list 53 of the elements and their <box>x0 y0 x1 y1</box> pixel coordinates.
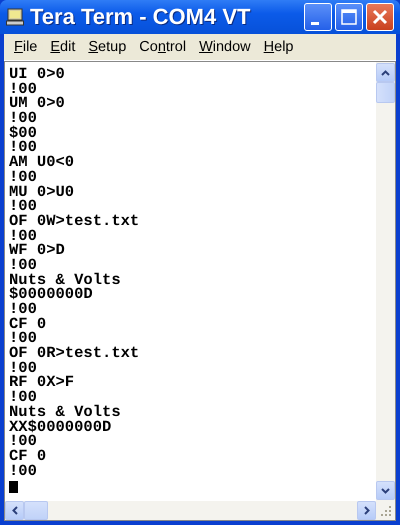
terminal-line: !00 <box>9 258 37 273</box>
terminal-line: WF 0>D <box>9 243 66 258</box>
maximize-button[interactable] <box>335 3 363 31</box>
scroll-left-button[interactable] <box>5 501 24 520</box>
menu-item[interactable]: Control <box>135 39 196 55</box>
terminal-line: Nuts & Volts <box>9 404 122 420</box>
terminal-line: !00 <box>9 302 38 317</box>
menu-item[interactable]: Edit <box>46 39 84 55</box>
terminal-line: !00 <box>9 434 37 449</box>
terminal-line: $00 <box>9 126 38 140</box>
chevron-right-icon <box>364 506 370 515</box>
terminal-line: CF 0 <box>9 316 48 332</box>
scroll-thumb[interactable] <box>376 82 395 103</box>
minimize-icon <box>311 22 319 25</box>
window-title: Tera Term - COM4 VT <box>30 4 250 30</box>
terminal-line: $0000000D <box>9 287 94 302</box>
terminal-line: !00 <box>9 464 38 478</box>
close-button[interactable] <box>366 3 394 31</box>
terminal-line: Nuts & Volts <box>9 272 122 288</box>
terminal-line: RF 0X>F <box>9 375 76 390</box>
menu-item[interactable]: Setup <box>84 39 136 55</box>
terminal-line: OF 0W>test.txt <box>9 214 140 229</box>
terminal-line: !00 <box>9 82 38 96</box>
menu-item[interactable]: Window <box>195 39 260 55</box>
terminal-line: !00 <box>9 331 38 346</box>
terminal-line: OF 0R>test.txt <box>9 346 140 361</box>
chevron-up-icon <box>381 70 390 76</box>
scroll-down-button[interactable] <box>376 481 395 500</box>
scroll-right-button[interactable] <box>357 501 376 520</box>
terminal-line: !00 <box>9 228 38 244</box>
terminal-icon <box>6 8 24 26</box>
terminal-line: UI 0>0 <box>9 67 66 82</box>
terminal-line: !00 <box>9 360 38 376</box>
vertical-scrollbar[interactable] <box>376 62 395 501</box>
terminal-line: !00 <box>9 390 37 405</box>
terminal-line: UM 0>0 <box>9 96 66 112</box>
terminal-line: !00 <box>9 199 38 214</box>
scroll-up-button[interactable] <box>376 63 395 82</box>
minimize-button[interactable] <box>304 3 332 31</box>
terminal-line: XX$0000000D <box>9 420 112 434</box>
terminal-line: CF 0 <box>9 448 48 464</box>
terminal-line: MU 0>U0 <box>9 184 76 200</box>
chevron-left-icon <box>12 506 18 515</box>
terminal-line: !00 <box>9 170 38 184</box>
scroll-thumb[interactable] <box>24 501 48 520</box>
chevron-down-icon <box>381 488 390 494</box>
terminal-line: !00 <box>9 111 38 126</box>
terminal-line: !00 <box>9 140 38 156</box>
horizontal-scrollbar[interactable] <box>5 501 376 520</box>
resize-grip-icon[interactable] <box>380 505 392 517</box>
menu-item[interactable]: File <box>10 39 46 55</box>
menu-item[interactable]: Help <box>260 39 302 55</box>
terminal-line: AM U0<0 <box>9 155 76 170</box>
